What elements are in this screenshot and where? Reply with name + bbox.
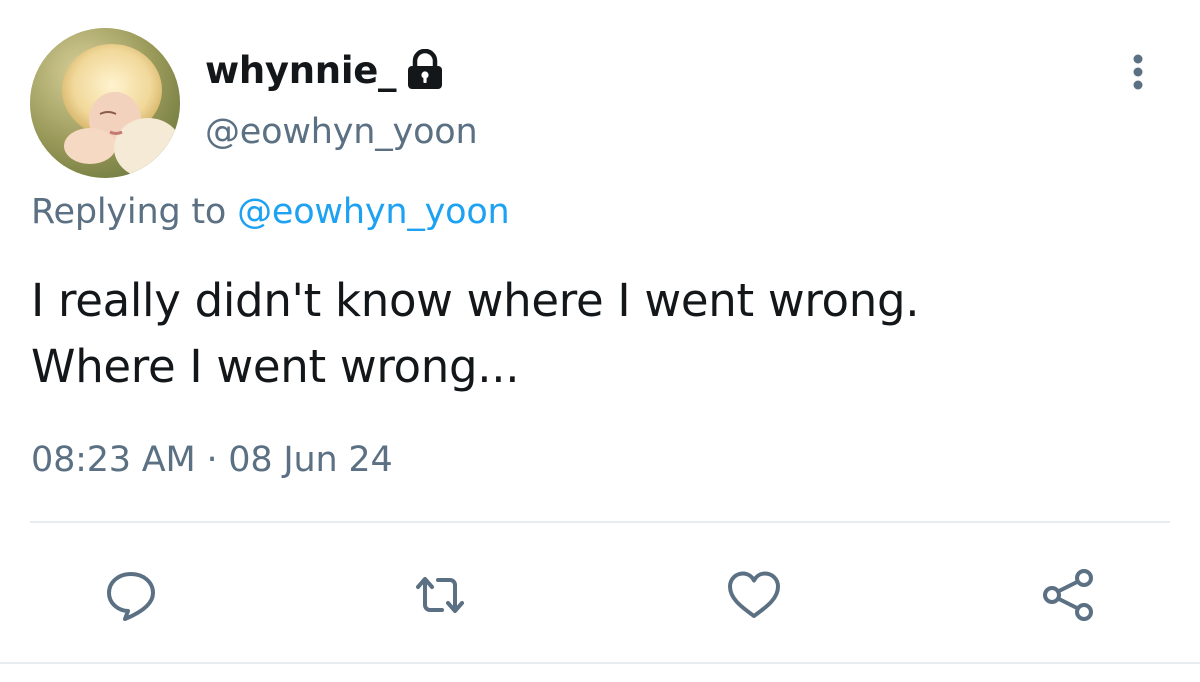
tweet-line-2: Where I went wrong... (31, 340, 520, 393)
tweet-line-1: I really didn't know where I went wrong. (31, 274, 920, 327)
replying-to-label: Replying to (31, 192, 227, 232)
divider (30, 521, 1170, 523)
avatar[interactable] (30, 28, 180, 178)
share-icon[interactable] (1040, 567, 1096, 623)
lock-icon (404, 48, 446, 91)
user-handle[interactable]: @eowhyn_yoon (205, 112, 478, 152)
avatar-image (30, 28, 180, 178)
tweet-text: I really didn't know where I went wrong.… (31, 268, 1151, 400)
replying-to-line: Replying to @eowhyn_yoon (31, 192, 510, 232)
more-vertical-icon[interactable] (1118, 52, 1158, 92)
reply-mention-link[interactable]: @eowhyn_yoon (237, 192, 510, 232)
divider (0, 662, 1200, 664)
tweet-timestamp[interactable]: 08:23 AM · 08 Jun 24 (31, 440, 393, 480)
retweet-icon[interactable] (412, 567, 468, 623)
display-name-row: whynnie_ (205, 44, 446, 96)
comment-icon[interactable] (103, 567, 159, 623)
heart-icon[interactable] (726, 567, 782, 623)
display-name[interactable]: whynnie_ (205, 49, 397, 92)
